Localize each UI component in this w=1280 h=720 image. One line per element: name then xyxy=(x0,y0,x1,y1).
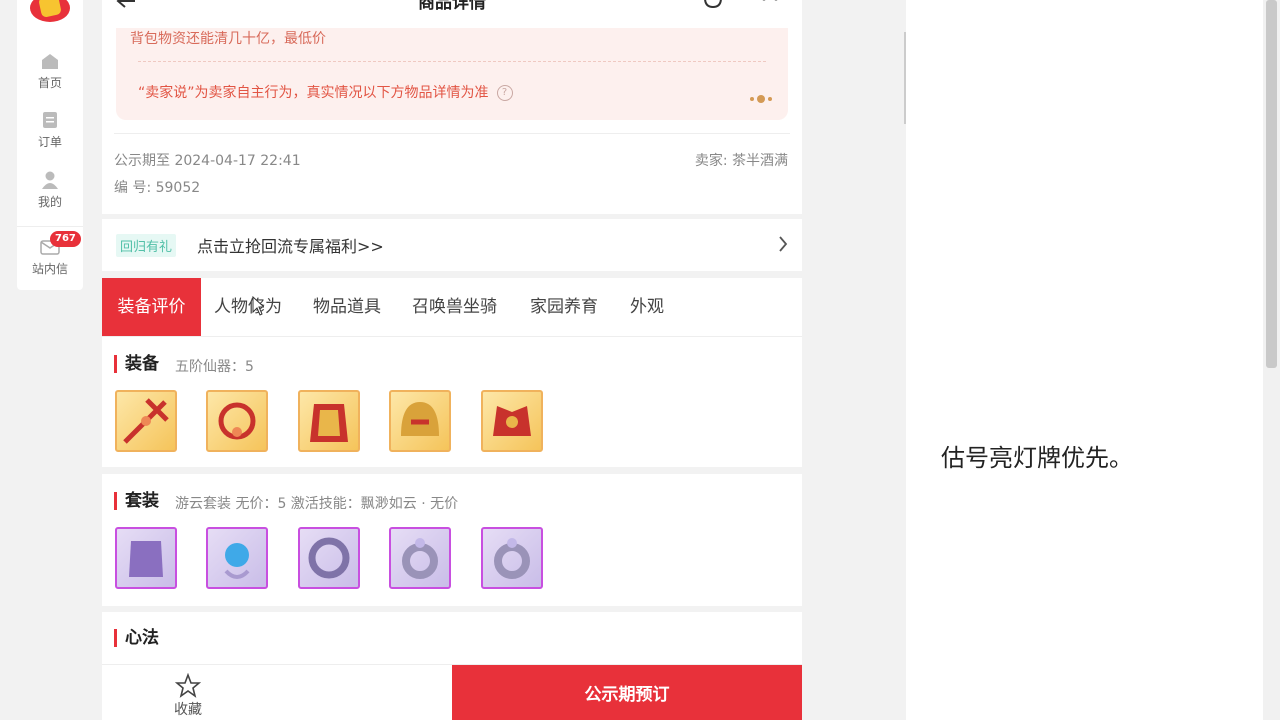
home-icon xyxy=(42,54,58,69)
section-title: 装备 xyxy=(114,355,159,373)
item-number: 编 号: 59052 xyxy=(114,180,201,196)
equipment-item[interactable] xyxy=(298,390,360,452)
more-icon[interactable] xyxy=(758,0,782,8)
unread-badge: 767 xyxy=(50,231,81,247)
notice-disclaimer: “卖家说”为卖家自主行为，真实情况以下方物品详情为准? xyxy=(138,82,513,102)
nav-item-home[interactable]: 首页 xyxy=(17,52,83,91)
suit-item[interactable] xyxy=(206,527,268,589)
suit-item[interactable] xyxy=(298,527,360,589)
promo-banner[interactable]: 回归有礼 点击立抢回流专属福利>> xyxy=(102,219,802,271)
tab-character[interactable]: 人物修为 xyxy=(214,278,282,336)
notice-text: 背包物资还能清几十亿，最低价 xyxy=(130,31,326,47)
order-icon xyxy=(43,112,57,128)
section-subtitle: 五阶仙器：5 xyxy=(175,359,254,375)
equipment-section: 装备 五阶仙器：5 xyxy=(102,337,802,467)
suit-item[interactable] xyxy=(481,527,543,589)
share-icon[interactable] xyxy=(702,0,724,10)
suit-section: 套装 游云套装 无价：5 激活技能：飘渺如云 · 无价 xyxy=(102,474,802,606)
seller-notice: 背包物资还能清几十亿，最低价 “卖家说”为卖家自主行为，真实情况以下方物品详情为… xyxy=(116,28,788,120)
section-title: 心法 xyxy=(114,629,159,647)
product-detail-page: 商品详情 背包物资还能清几十亿，最低价 “卖家说”为卖家自主行为，真实情况以下方… xyxy=(102,0,802,720)
nav-label: 我的 xyxy=(37,195,62,209)
tab-equipment-eval[interactable]: 装备评价 xyxy=(102,278,201,336)
equipment-item[interactable] xyxy=(389,390,451,452)
tab-appearance[interactable]: 外观 xyxy=(630,278,664,336)
seller-name[interactable]: 卖家: 茶半酒满 xyxy=(695,150,788,170)
chevron-right-icon xyxy=(779,236,788,252)
disclaimer-text: “卖家说”为卖家自主行为，真实情况以下方物品详情为准 xyxy=(138,85,489,101)
equipment-item[interactable] xyxy=(206,390,268,452)
star-icon xyxy=(175,673,201,698)
page-scrollbar[interactable] xyxy=(1263,0,1280,720)
bottom-bar: 收藏 公示期预订 xyxy=(102,664,802,720)
favorite-label: 收藏 xyxy=(174,702,202,718)
suit-item[interactable] xyxy=(389,527,451,589)
left-nav: 首页 订单 我的 767 站内信 xyxy=(17,0,83,290)
nav-label: 站内信 xyxy=(31,262,68,276)
promo-tag: 回归有礼 xyxy=(116,234,177,257)
publicity-period: 公示期至 2024-04-17 22:41 xyxy=(114,153,301,169)
nav-item-orders[interactable]: 订单 xyxy=(17,111,83,150)
tab-home[interactable]: 家园养育 xyxy=(530,278,598,336)
user-icon xyxy=(42,171,58,189)
mouse-cursor-icon xyxy=(252,296,264,316)
divider xyxy=(114,133,790,134)
heart-method-section: 心法 xyxy=(102,612,802,664)
help-icon[interactable]: ? xyxy=(496,85,513,101)
preorder-button[interactable]: 公示期预订 xyxy=(452,665,802,720)
nav-label: 订单 xyxy=(37,135,62,149)
nav-item-mine[interactable]: 我的 xyxy=(17,171,83,210)
favorite-button[interactable]: 收藏 xyxy=(162,673,214,719)
notice-divider xyxy=(138,61,766,62)
app-logo xyxy=(30,0,70,22)
promo-text: 点击立抢回流专属福利>> xyxy=(197,237,384,256)
dots-icon xyxy=(747,88,772,107)
seller-notice-block: 背包物资还能清几十亿，最低价 “卖家说”为卖家自主行为，真实情况以下方物品详情为… xyxy=(102,28,802,214)
scrollbar-thumb[interactable] xyxy=(1266,0,1277,368)
section-subtitle: 游云套装 无价：5 激活技能：飘渺如云 · 无价 xyxy=(175,496,459,512)
tab-summons[interactable]: 召唤兽坐骑 xyxy=(412,278,497,336)
suit-item[interactable] xyxy=(115,527,177,589)
right-panel: 估号亮灯牌优先。 xyxy=(906,0,1263,720)
top-bar: 商品详情 xyxy=(102,0,802,28)
page-title: 商品详情 xyxy=(418,0,486,13)
tab-items[interactable]: 物品道具 xyxy=(313,278,381,336)
side-note: 估号亮灯牌优先。 xyxy=(941,444,1133,472)
nav-divider xyxy=(17,226,83,227)
nav-label: 首页 xyxy=(37,76,62,90)
nav-item-inbox[interactable]: 767 站内信 xyxy=(17,231,83,277)
equipment-item[interactable] xyxy=(481,390,543,452)
category-tabs: 装备评价 人物修为 物品道具 召唤兽坐骑 家园养育 外观 xyxy=(102,278,802,337)
section-title: 套装 xyxy=(114,492,159,510)
equipment-item[interactable] xyxy=(115,390,177,452)
